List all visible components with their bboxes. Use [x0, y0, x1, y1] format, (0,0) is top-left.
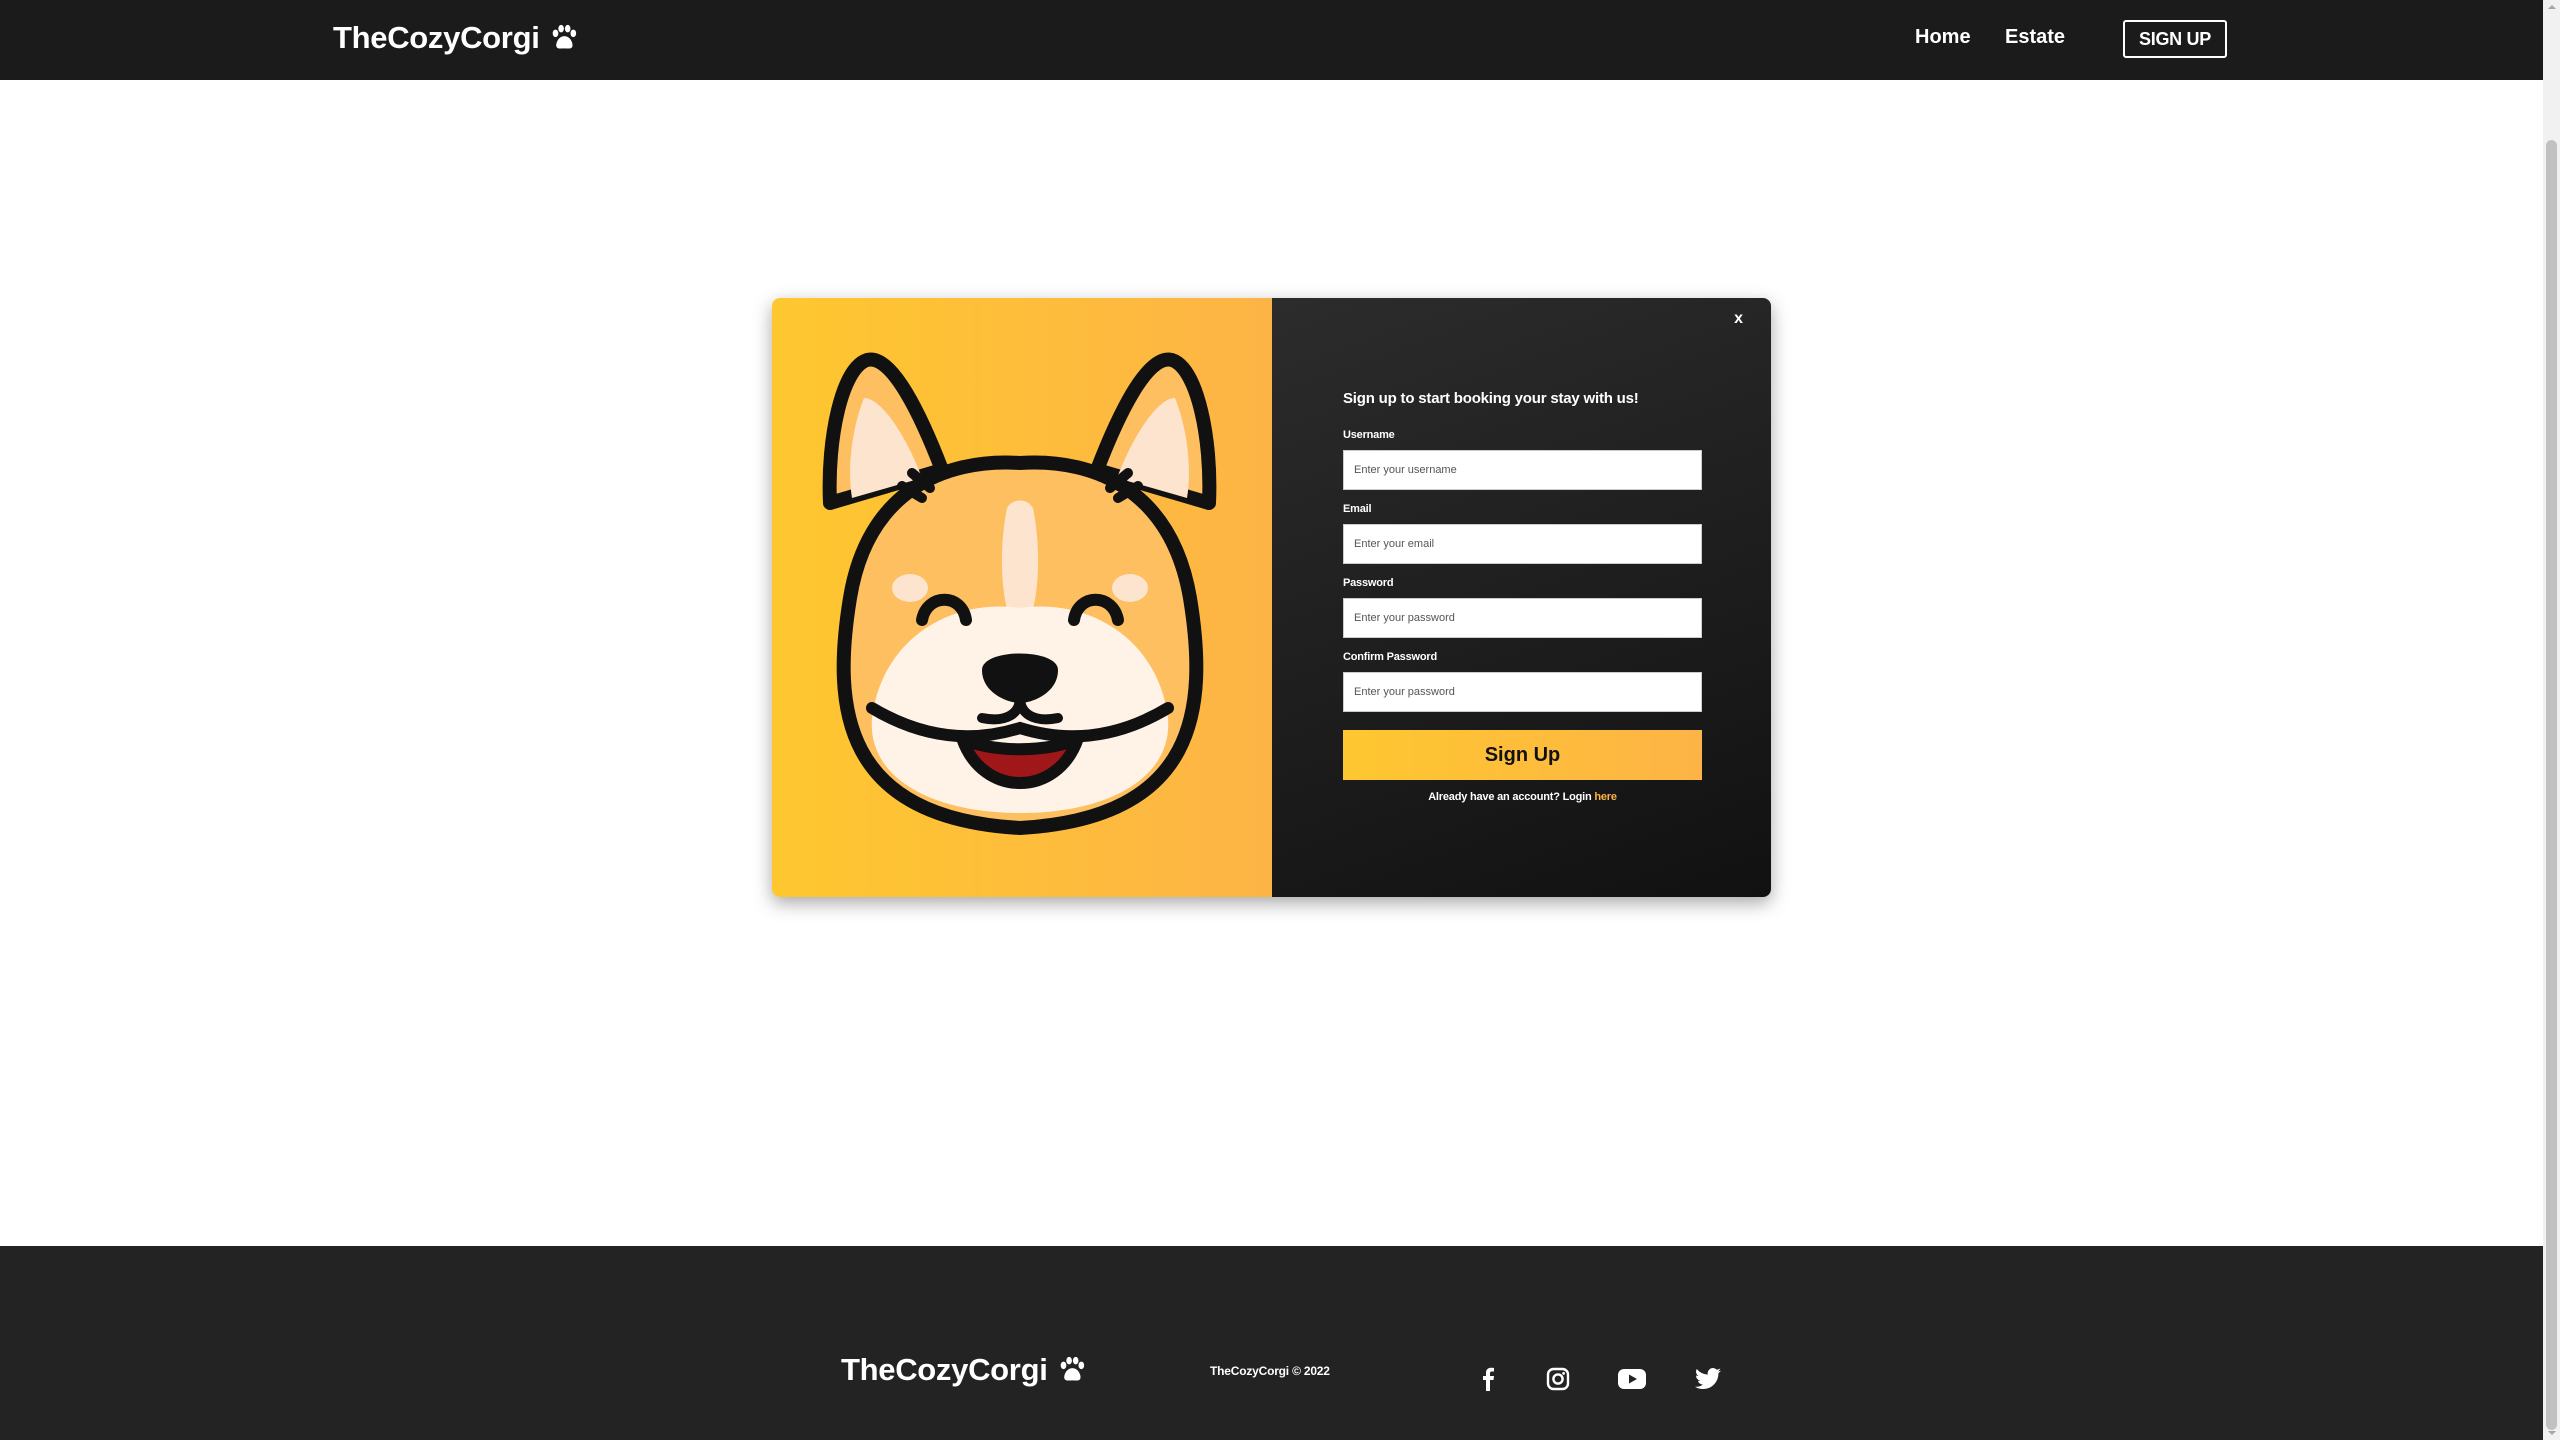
copyright-text: TheCozyCorgi © 2022 — [1210, 1364, 1330, 1378]
confirm-password-input[interactable] — [1343, 672, 1702, 712]
nav-link-estate[interactable]: Estate — [2005, 26, 2065, 49]
password-input[interactable] — [1343, 598, 1702, 638]
scroll-up-arrow-icon[interactable] — [2543, 0, 2560, 14]
brand-name: TheCozyCorgi — [333, 20, 540, 55]
corgi-illustration — [822, 352, 1217, 836]
submit-signup-button[interactable]: Sign Up — [1343, 730, 1702, 780]
modal-illustration-panel — [772, 298, 1272, 897]
instagram-icon[interactable] — [1543, 1364, 1573, 1394]
navbar: TheCozyCorgi Home Estate SIGN UP — [0, 0, 2543, 80]
email-input[interactable] — [1343, 524, 1702, 564]
close-button[interactable]: x — [1734, 310, 1743, 328]
username-input[interactable] — [1343, 450, 1702, 490]
footer: TheCozyCorgi TheCozyCorgi © 2022 — [0, 1246, 2543, 1440]
email-label: Email — [1343, 503, 1372, 515]
paw-icon — [552, 24, 576, 49]
footer-brand-logo[interactable]: TheCozyCorgi — [841, 1352, 1086, 1388]
confirm-password-label: Confirm Password — [1343, 651, 1437, 663]
login-link[interactable]: here — [1594, 791, 1617, 803]
login-prompt: Already have an account? Login here — [1343, 791, 1702, 803]
scroll-down-arrow-icon[interactable] — [2543, 1426, 2560, 1440]
youtube-icon[interactable] — [1617, 1364, 1647, 1394]
password-label: Password — [1343, 577, 1394, 589]
footer-brand-name: TheCozyCorgi — [841, 1352, 1048, 1387]
scrollbar-thumb[interactable] — [2546, 140, 2557, 1430]
signup-modal: x Sign up to start booking your stay wit… — [772, 298, 1771, 897]
brand-logo[interactable]: TheCozyCorgi — [333, 20, 578, 56]
signup-button[interactable]: SIGN UP — [2123, 20, 2227, 58]
nav-link-home[interactable]: Home — [1915, 26, 1971, 49]
form-heading: Sign up to start booking your stay with … — [1343, 390, 1639, 407]
username-label: Username — [1343, 429, 1395, 441]
login-prompt-text: Already have an account? Login — [1428, 791, 1592, 803]
page-scrollbar[interactable] — [2543, 0, 2560, 1440]
signup-form-panel: x Sign up to start booking your stay wit… — [1272, 298, 1771, 897]
twitter-icon[interactable] — [1693, 1364, 1723, 1394]
facebook-icon[interactable] — [1473, 1364, 1503, 1394]
paw-icon — [1060, 1356, 1084, 1381]
